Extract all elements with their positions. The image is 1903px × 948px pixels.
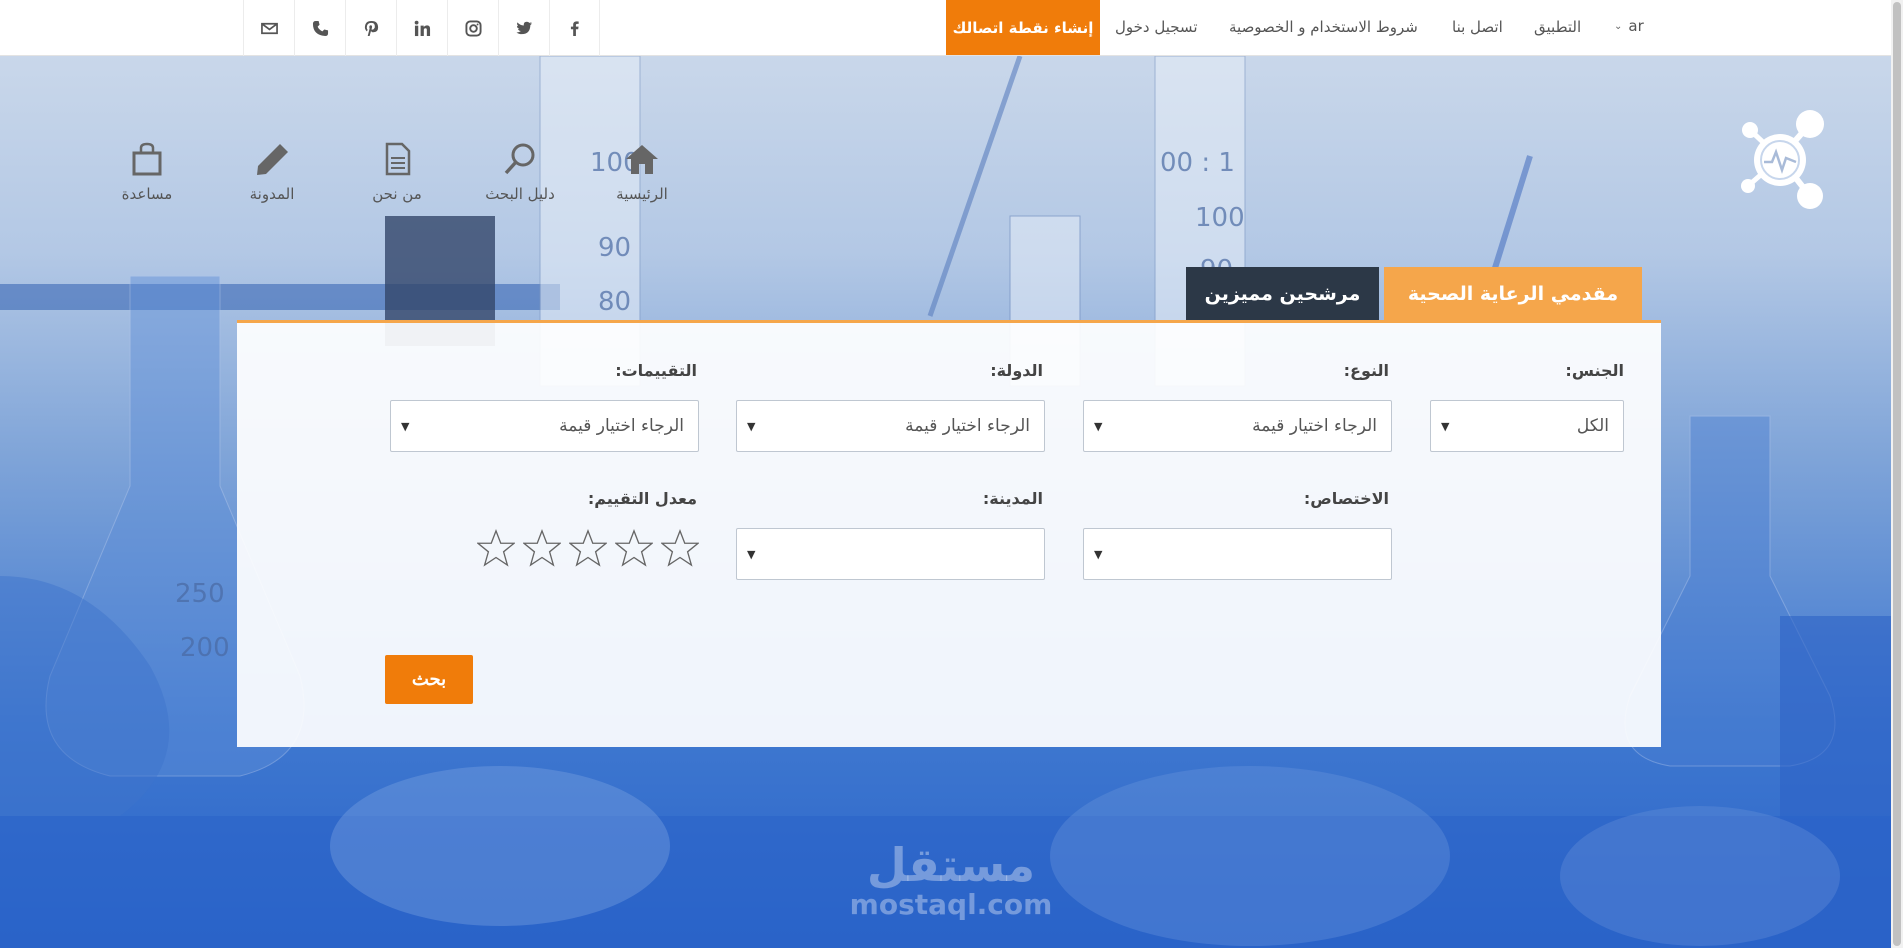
tab-healthcare-providers[interactable]: مقدمي الرعاية الصحية bbox=[1384, 267, 1642, 321]
twitter-icon bbox=[515, 21, 532, 34]
country-select-value: الرجاء اختيار قيمة bbox=[905, 416, 1030, 436]
svg-text:00 : 1: 00 : 1 bbox=[1160, 148, 1235, 178]
mail-link[interactable] bbox=[243, 0, 294, 56]
phone-link[interactable] bbox=[294, 0, 345, 56]
mail-icon bbox=[260, 22, 278, 34]
phone-icon bbox=[312, 20, 328, 36]
svg-text:100: 100 bbox=[1195, 203, 1245, 233]
gender-label: الجنس: bbox=[1565, 361, 1624, 380]
app-link[interactable]: التطبيق bbox=[1534, 18, 1581, 36]
facebook-link[interactable] bbox=[549, 0, 600, 56]
nav-help[interactable]: مساعدة bbox=[92, 142, 202, 203]
specialty-select[interactable]: ▼ bbox=[1083, 528, 1392, 580]
watermark: مستقل mostaql.com bbox=[836, 842, 1066, 921]
search-icon bbox=[504, 143, 535, 175]
linkedin-link[interactable] bbox=[396, 0, 447, 56]
dropdown-arrow-icon: ▼ bbox=[1441, 419, 1450, 433]
language-selector[interactable]: ⌄ ar bbox=[1614, 17, 1644, 35]
country-label: الدولة: bbox=[990, 361, 1043, 380]
gender-select-value: الكل bbox=[1576, 416, 1609, 436]
create-contact-point-button[interactable]: إنشاء نقطة اتصالك bbox=[946, 0, 1100, 55]
scrollbar-thumb[interactable] bbox=[1893, 2, 1901, 946]
type-select[interactable]: ▼ الرجاء اختيار قيمة bbox=[1083, 400, 1392, 452]
facebook-icon bbox=[570, 20, 579, 36]
ratings-select[interactable]: ▼ الرجاء اختيار قيمة bbox=[390, 400, 699, 452]
chevron-down-icon: ⌄ bbox=[1614, 20, 1623, 32]
nav-home-label: الرئيسية bbox=[616, 185, 668, 203]
ratings-label: التقييمات: bbox=[615, 361, 697, 380]
document-icon bbox=[385, 142, 411, 176]
type-select-value: الرجاء اختيار قيمة bbox=[1252, 416, 1377, 436]
star-icon[interactable] bbox=[569, 529, 607, 567]
watermark-english: mostaql.com bbox=[849, 888, 1053, 921]
country-select[interactable]: ▼ الرجاء اختيار قيمة bbox=[736, 400, 1045, 452]
svg-text:90: 90 bbox=[598, 233, 631, 263]
star-icon[interactable] bbox=[477, 529, 515, 567]
type-label: النوع: bbox=[1343, 361, 1389, 380]
star-icon[interactable] bbox=[615, 529, 653, 567]
nav-home[interactable]: الرئيسية bbox=[587, 142, 697, 203]
dropdown-arrow-icon: ▼ bbox=[1094, 419, 1103, 433]
star-icon[interactable] bbox=[661, 529, 699, 567]
pinterest-icon bbox=[364, 20, 378, 36]
dropdown-arrow-icon: ▼ bbox=[747, 547, 756, 561]
dropdown-arrow-icon: ▼ bbox=[1094, 547, 1103, 561]
specialty-label: الاختصاص: bbox=[1303, 489, 1389, 508]
pencil-icon bbox=[257, 144, 288, 175]
star-icon[interactable] bbox=[523, 529, 561, 567]
instagram-link[interactable] bbox=[447, 0, 498, 56]
linkedin-icon bbox=[414, 20, 430, 36]
svg-text:80: 80 bbox=[598, 287, 631, 317]
dropdown-arrow-icon: ▼ bbox=[401, 419, 410, 433]
nav-help-label: مساعدة bbox=[121, 185, 173, 203]
instagram-icon bbox=[464, 19, 482, 37]
nav-about-label: من نحن bbox=[372, 185, 422, 203]
terms-link[interactable]: شروط الاستخدام و الخصوصية bbox=[1229, 18, 1418, 36]
city-select[interactable]: ▼ bbox=[736, 528, 1045, 580]
nav-search-guide[interactable]: دليل البحث bbox=[465, 142, 575, 203]
page-scrollbar[interactable] bbox=[1891, 0, 1903, 948]
tab-featured-candidates[interactable]: مرشحين مميزين bbox=[1186, 267, 1379, 321]
avg-rating-label: معدل التقييم: bbox=[587, 489, 697, 508]
nav-blog[interactable]: المدونة bbox=[217, 142, 327, 203]
twitter-link[interactable] bbox=[498, 0, 549, 56]
login-link[interactable]: تسجيل دخول bbox=[1115, 18, 1198, 36]
nav-search-guide-label: دليل البحث bbox=[485, 185, 555, 203]
svg-text:200: 200 bbox=[180, 633, 230, 663]
watermark-arabic: مستقل bbox=[866, 838, 1036, 892]
gender-select[interactable]: ▼ الكل bbox=[1430, 400, 1624, 452]
home-icon bbox=[626, 145, 658, 174]
main-icon-nav: الرئيسية دليل البحث من نحن المدونة مساعد… bbox=[90, 142, 690, 212]
shopping-bag-icon bbox=[132, 142, 162, 176]
search-button[interactable]: بحث bbox=[385, 655, 473, 704]
nav-about[interactable]: من نحن bbox=[342, 142, 452, 203]
contact-link[interactable]: اتصل بنا bbox=[1452, 18, 1503, 36]
avg-rating-stars[interactable] bbox=[477, 529, 699, 567]
city-label: المدينة: bbox=[982, 489, 1043, 508]
social-links bbox=[243, 0, 600, 56]
language-value: ar bbox=[1628, 17, 1644, 35]
top-bar: إنشاء نقطة اتصالك تسجيل دخول شروط الاستخ… bbox=[0, 0, 1903, 56]
ratings-select-value: الرجاء اختيار قيمة bbox=[559, 416, 684, 436]
nav-blog-label: المدونة bbox=[249, 185, 295, 203]
site-logo[interactable] bbox=[1740, 108, 1826, 212]
svg-text:250: 250 bbox=[175, 579, 225, 609]
pinterest-link[interactable] bbox=[345, 0, 396, 56]
dropdown-arrow-icon: ▼ bbox=[747, 419, 756, 433]
